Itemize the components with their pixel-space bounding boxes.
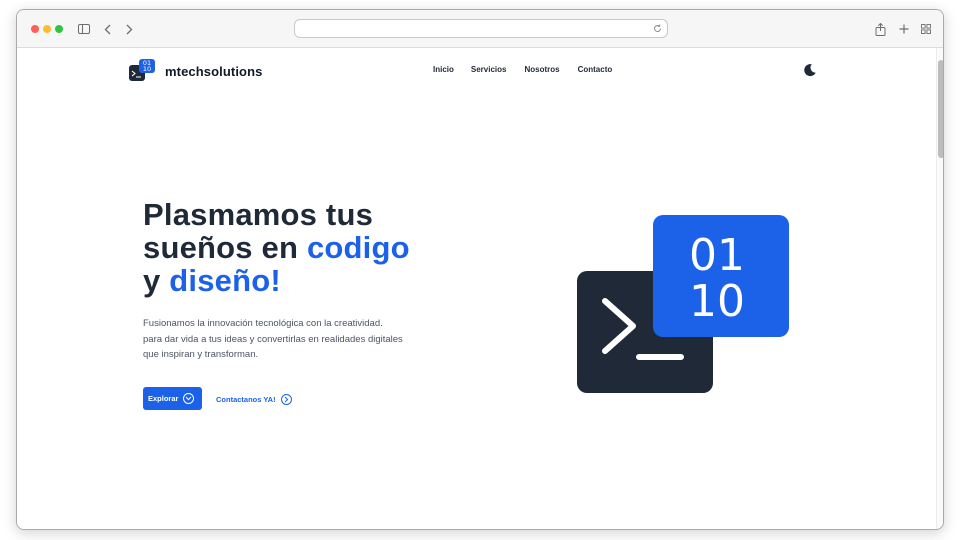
explore-button-label: Explorar bbox=[148, 394, 179, 403]
explore-button[interactable]: Explorar bbox=[143, 387, 202, 410]
tab-overview-icon[interactable] bbox=[919, 20, 933, 38]
sidebar-toggle-icon[interactable] bbox=[77, 20, 91, 38]
new-tab-icon[interactable] bbox=[897, 20, 911, 38]
description-line: que inspiran y transforman. bbox=[143, 349, 259, 360]
page-viewport: 01 10 mtechsolutions Inicio Servicios No… bbox=[17, 48, 936, 529]
main-nav: Inicio Servicios Nosotros Contacto bbox=[433, 65, 612, 74]
description-line: para dar vida a tus ideas y convertirlas… bbox=[143, 333, 403, 345]
headline-line-1: Plasmamos tus bbox=[143, 197, 374, 232]
page-scrollbar[interactable] bbox=[936, 48, 943, 529]
nav-item-inicio[interactable]: Inicio bbox=[433, 65, 454, 74]
back-icon[interactable] bbox=[101, 20, 113, 38]
dark-mode-toggle-icon[interactable] bbox=[803, 63, 817, 77]
scrollbar-thumb[interactable] bbox=[938, 60, 943, 158]
contact-now-link[interactable]: Contactanos YA! bbox=[216, 391, 292, 407]
contact-link-label: Contactanos YA! bbox=[216, 394, 276, 404]
chevron-right-circle-icon bbox=[280, 393, 292, 405]
logo-digits-bottom: 10 bbox=[142, 65, 152, 73]
hero-illustration: 01 10 bbox=[577, 215, 789, 393]
binary-digits-bottom: 10 bbox=[689, 276, 745, 327]
nav-item-nosotros[interactable]: Nosotros bbox=[524, 65, 559, 74]
reload-icon[interactable] bbox=[650, 21, 664, 36]
hero-headline: Plasmamos tus sueños en codigo y diseño! bbox=[143, 198, 410, 297]
share-icon[interactable] bbox=[873, 20, 887, 38]
nav-item-servicios[interactable]: Servicios bbox=[471, 65, 507, 74]
browser-toolbar bbox=[17, 10, 943, 48]
browser-window: 01 10 mtechsolutions Inicio Servicios No… bbox=[16, 9, 944, 530]
zoom-window-button[interactable] bbox=[55, 25, 63, 33]
headline-line-2-plain: sueños en bbox=[143, 230, 307, 265]
close-window-button[interactable] bbox=[31, 25, 39, 33]
chevron-down-circle-icon bbox=[183, 393, 195, 404]
headline-line-3-plain: y bbox=[143, 263, 170, 298]
binary-digits-top: 01 bbox=[689, 230, 745, 281]
logo-binary-square: 01 10 bbox=[139, 59, 155, 73]
minimize-window-button[interactable] bbox=[43, 25, 51, 33]
logo-icon: 01 10 bbox=[129, 59, 159, 83]
site-logo[interactable]: 01 10 mtechsolutions bbox=[129, 59, 262, 83]
headline-line-2-accent: codigo bbox=[306, 230, 410, 265]
forward-icon[interactable] bbox=[123, 20, 135, 38]
description-line: Fusionamos la innovación tecnológica con… bbox=[143, 318, 383, 329]
hero-description: Fusionamos la innovación tecnológica con… bbox=[143, 316, 443, 363]
address-bar[interactable] bbox=[294, 19, 668, 38]
brand-name: mtechsolutions bbox=[165, 63, 263, 79]
nav-item-contacto[interactable]: Contacto bbox=[578, 65, 613, 74]
headline-line-3-accent: diseño! bbox=[169, 263, 281, 298]
